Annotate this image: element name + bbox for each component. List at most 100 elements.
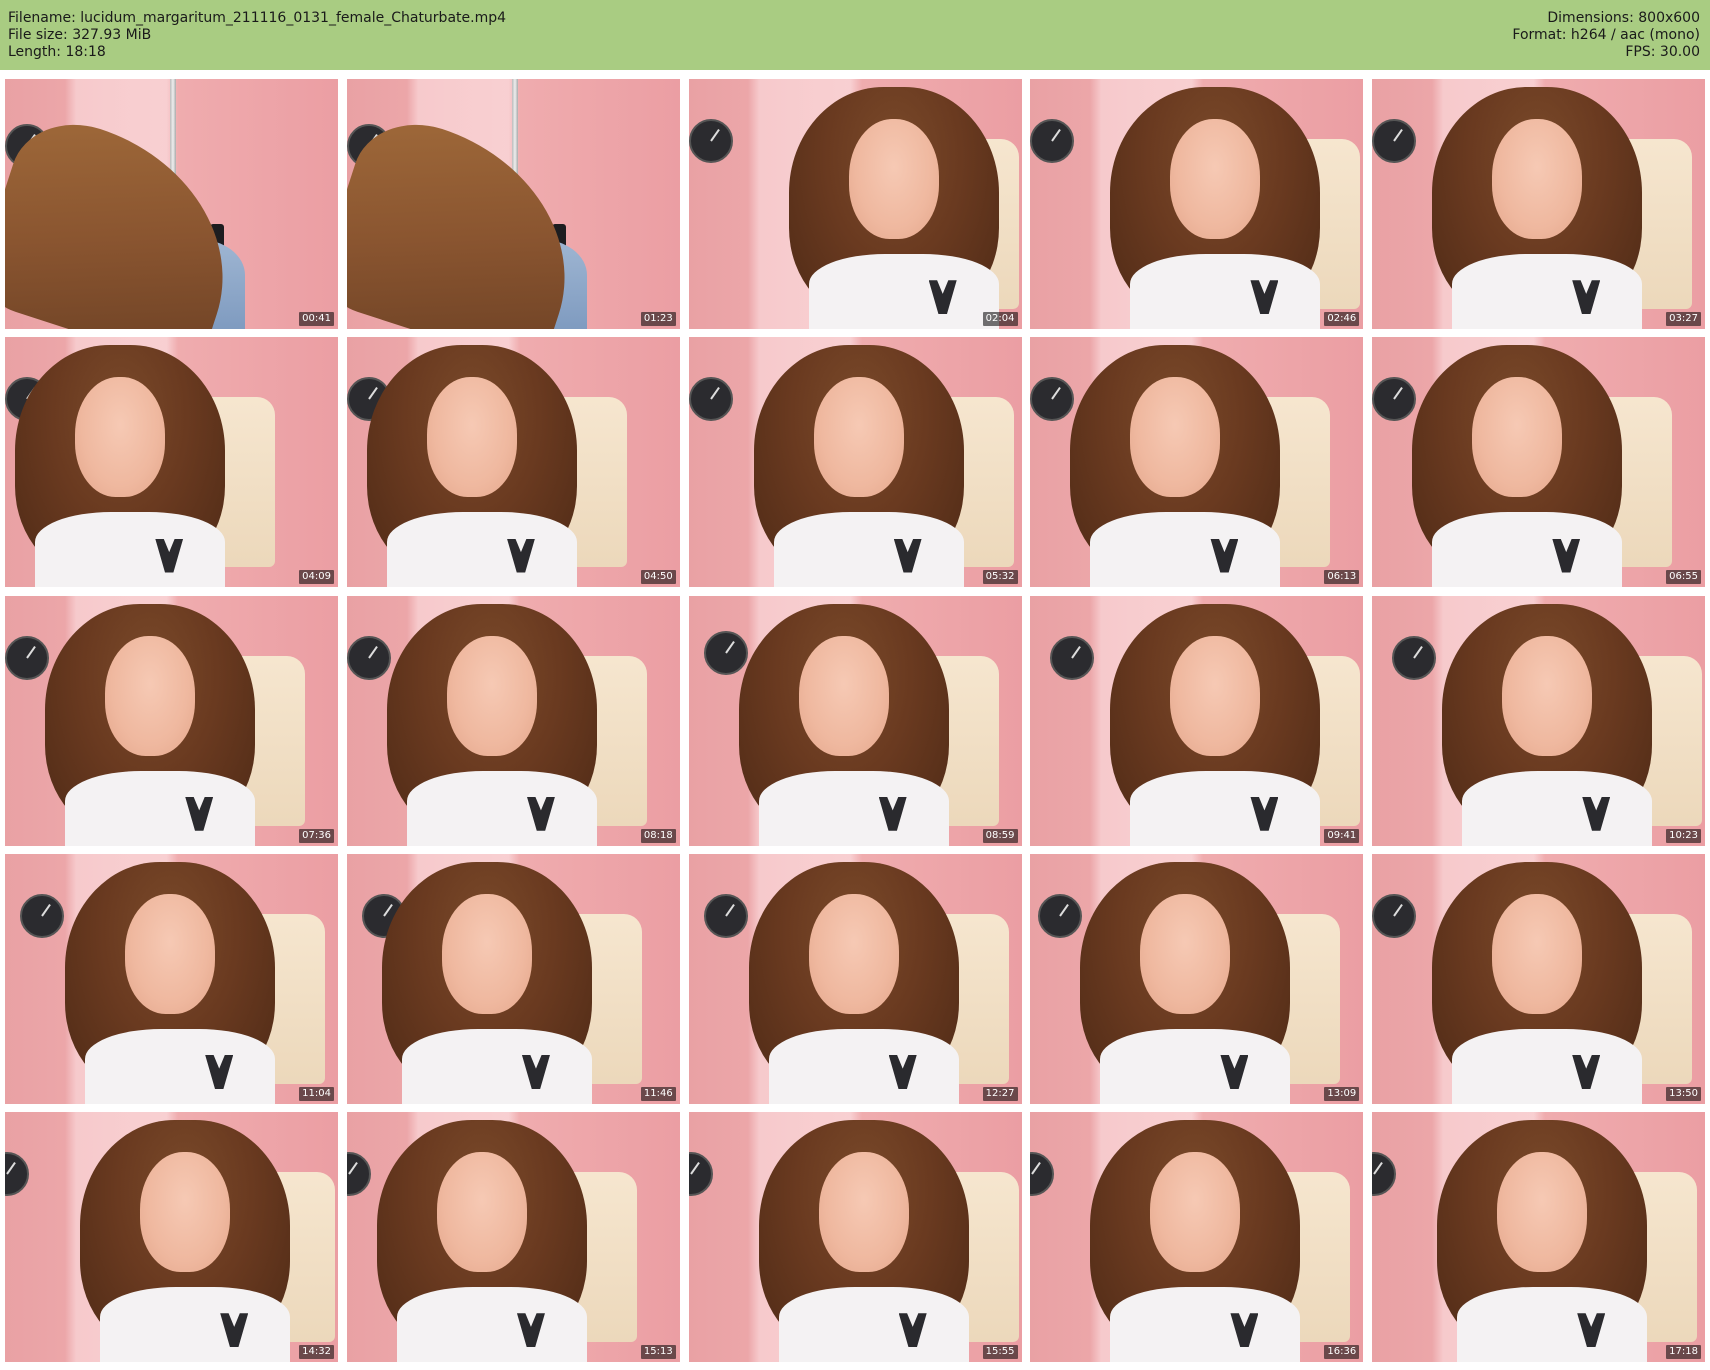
filename-text: Filename: lucidum_margaritum_211116_0131… [8, 10, 507, 26]
timestamp-label: 17:18 [1666, 1345, 1701, 1359]
face [848, 119, 939, 239]
thumbnail-frame[interactable]: 02:46 [1030, 79, 1364, 329]
wall-clock-icon [1372, 1152, 1396, 1196]
wall-clock-icon [688, 377, 733, 422]
thumbnail-frame[interactable]: 05:32 [688, 337, 1022, 588]
wall-clock-icon [1372, 119, 1416, 163]
timestamp-label: 04:09 [299, 570, 334, 585]
file-info-right: Dimensions: 800x600 Format: h264 / aac (… [1512, 10, 1700, 61]
face [1472, 377, 1562, 498]
thumbnail-grid: 00:41 01:23 02:04 02:46 03:27 04:09 04:50 05:32… [5, 79, 1705, 1366]
shirt [1432, 512, 1622, 588]
timestamp-label: 07:36 [299, 828, 334, 843]
thumbnail-frame[interactable]: 04:50 [346, 337, 680, 588]
timestamp-label: 04:50 [640, 570, 676, 585]
file-info-left: Filename: lucidum_margaritum_211116_0131… [8, 10, 506, 61]
timestamp-label: 05:32 [982, 570, 1018, 585]
face [75, 377, 165, 498]
wall-clock-icon [346, 1152, 371, 1196]
shirt [1130, 770, 1321, 846]
shirt [406, 770, 597, 846]
fps-text: FPS: 30.00 [1625, 44, 1700, 60]
thumbnail-frame[interactable]: 07:36 [5, 595, 338, 846]
dimensions-text: Dimensions: 800x600 [1547, 10, 1700, 26]
face [1130, 377, 1221, 498]
timestamp-label: 13:50 [1666, 1086, 1701, 1101]
timestamp-label: 14:32 [299, 1345, 334, 1359]
shirt [1462, 770, 1652, 846]
timestamp-label: 12:27 [982, 1086, 1018, 1101]
thumbnail-frame[interactable]: 17:18 [1372, 1112, 1705, 1362]
timestamp-label: 16:36 [1324, 1345, 1360, 1359]
timestamp-label: 08:18 [640, 828, 676, 843]
shirt [1452, 1028, 1642, 1104]
wall-clock-icon [703, 893, 748, 938]
thumbnail-frame[interactable]: 16:36 [1030, 1112, 1364, 1362]
face [1140, 893, 1231, 1014]
timestamp-label: 00:41 [299, 312, 334, 326]
shirt [1452, 254, 1642, 329]
timestamp-label: 03:27 [1666, 312, 1701, 326]
shirt [768, 1028, 959, 1104]
wall-clock-icon [1030, 377, 1075, 422]
face [1150, 1152, 1241, 1272]
shirt [808, 254, 999, 329]
thumbnail-frame[interactable]: 12:27 [688, 853, 1022, 1104]
wall-clock-icon [1030, 119, 1075, 163]
thumbnail-frame[interactable]: 15:13 [346, 1112, 680, 1362]
shirt [758, 770, 949, 846]
thumbnail-frame[interactable]: 11:46 [346, 853, 680, 1104]
thumbnail-frame[interactable]: 10:23 [1372, 595, 1705, 846]
thumbnail-frame[interactable]: 13:09 [1030, 853, 1364, 1104]
face [818, 1152, 909, 1272]
timestamp-label: 02:46 [1324, 312, 1360, 326]
thumbnail-frame[interactable]: 03:27 [1372, 79, 1705, 329]
face [808, 893, 899, 1014]
face [140, 1152, 230, 1272]
face [1170, 635, 1261, 756]
wall-clock-icon [5, 1152, 29, 1196]
wall-clock-icon [1372, 893, 1416, 938]
face [446, 635, 537, 756]
shirt [1110, 1287, 1301, 1362]
thumbnail-frame[interactable]: 02:04 [688, 79, 1022, 329]
wall-clock-icon [346, 635, 391, 680]
shirt [396, 1287, 587, 1362]
timestamp-label: 06:55 [1666, 570, 1701, 585]
thumbnail-frame[interactable]: 06:13 [1030, 337, 1364, 588]
shirt [1130, 254, 1321, 329]
face [1170, 119, 1261, 239]
wall-clock-icon [703, 630, 748, 675]
thumbnail-frame[interactable]: 14:32 [5, 1112, 338, 1362]
shirt [386, 512, 577, 588]
face [1497, 1152, 1587, 1272]
thumbnail-frame[interactable]: 06:55 [1372, 337, 1705, 588]
face [1492, 893, 1582, 1014]
face [798, 635, 889, 756]
thumbnail-frame[interactable]: 08:18 [346, 595, 680, 846]
thumbnail-frame[interactable]: 09:41 [1030, 595, 1364, 846]
thumbnail-frame[interactable]: 08:59 [688, 595, 1022, 846]
thumbnail-frame[interactable]: 11:04 [5, 853, 338, 1104]
thumbnail-frame[interactable]: 04:09 [5, 337, 338, 588]
timestamp-label: 01:23 [640, 312, 676, 326]
timestamp-label: 06:13 [1324, 570, 1360, 585]
thumbnail-frame[interactable]: 15:55 [688, 1112, 1022, 1362]
timestamp-label: 15:55 [982, 1345, 1018, 1359]
thumbnail-frame[interactable]: 01:23 [346, 79, 680, 329]
wall-clock-icon [1030, 1152, 1055, 1196]
wall-clock-icon [688, 1152, 713, 1196]
shirt [85, 1028, 275, 1104]
timestamp-label: 15:13 [640, 1345, 676, 1359]
shirt [401, 1028, 592, 1104]
wall-clock-icon [1038, 893, 1083, 938]
length-text: Length: 18:18 [8, 44, 106, 60]
timestamp-label: 08:59 [982, 828, 1018, 843]
wall-clock-icon [1392, 635, 1436, 680]
face [105, 635, 195, 756]
shirt [1090, 512, 1281, 588]
info-header: Filename: lucidum_margaritum_211116_0131… [0, 0, 1710, 70]
thumbnail-frame[interactable]: 00:41 [5, 79, 338, 329]
thumbnail-frame[interactable]: 13:50 [1372, 853, 1705, 1104]
shirt [778, 1287, 969, 1362]
